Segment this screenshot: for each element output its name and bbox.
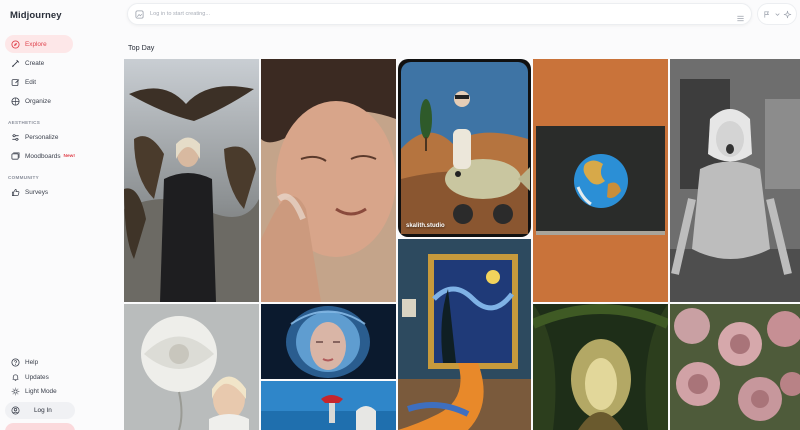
- grid-icon: [10, 96, 20, 106]
- gallery-tile-fish-rider[interactable]: skalith.studio: [398, 59, 531, 237]
- image-prompt-icon[interactable]: [135, 9, 144, 19]
- edit-icon: [10, 77, 20, 87]
- sparkle-icon[interactable]: [783, 10, 792, 19]
- brush-icon: [10, 58, 20, 68]
- section-title: Top Day: [128, 43, 155, 52]
- gallery-tile-sky-figure[interactable]: [261, 381, 396, 430]
- help-icon: [10, 357, 20, 367]
- app-logo[interactable]: Midjourney: [10, 10, 62, 21]
- gallery-tile-owls-woman[interactable]: [124, 59, 259, 302]
- toolbar-right: [757, 3, 797, 25]
- filter-icon[interactable]: [763, 10, 772, 19]
- gallery-tile-forest-path[interactable]: [533, 304, 668, 430]
- sidebar-item-edit[interactable]: Edit: [5, 73, 73, 91]
- sidebar-item-explore[interactable]: Explore: [5, 35, 73, 53]
- sidebar-item-label: Organize: [25, 97, 51, 105]
- sidebar-item-label: Help: [25, 358, 39, 366]
- sliders-icon: [10, 132, 20, 142]
- chevron-down-icon[interactable]: [773, 10, 782, 19]
- sidebar-item-organize[interactable]: Organize: [5, 92, 73, 110]
- gallery-tile-cartoon-woman[interactable]: [670, 59, 800, 302]
- sidebar-item-surveys[interactable]: Surveys: [5, 183, 73, 201]
- sidebar-item-moodboards[interactable]: Moodboards New!: [5, 147, 95, 165]
- sidebar-item-label: Edit: [25, 78, 37, 86]
- sidebar: Midjourney Explore Create Edit Organize: [0, 0, 122, 430]
- prompt-bar: [127, 3, 752, 25]
- gallery-tile-earth-painting[interactable]: [533, 59, 668, 302]
- new-badge: New!: [63, 153, 75, 159]
- compass-icon: [10, 39, 20, 49]
- sidebar-item-light-mode[interactable]: Light Mode: [5, 382, 73, 400]
- section-label-aesthetics: AESTHETICS: [8, 120, 41, 125]
- settings-sliders-icon[interactable]: [736, 10, 745, 22]
- thumbs-up-icon: [10, 187, 20, 197]
- sidebar-item-label: Light Mode: [25, 387, 57, 395]
- bell-icon: [10, 372, 20, 382]
- prompt-input[interactable]: [150, 11, 710, 17]
- signup-button[interactable]: [5, 423, 75, 430]
- sidebar-item-label: Create: [25, 59, 45, 67]
- sidebar-item-label: Surveys: [25, 188, 49, 196]
- tile-caption: skalith.studio: [406, 223, 445, 229]
- sidebar-item-create[interactable]: Create: [5, 54, 73, 72]
- login-label: Log In: [34, 407, 52, 414]
- sidebar-item-label: Updates: [25, 373, 49, 381]
- login-button[interactable]: Log In: [5, 402, 75, 419]
- gallery-tile-peonies[interactable]: [670, 304, 800, 430]
- sidebar-item-personalize[interactable]: Personalize: [5, 128, 73, 146]
- user-icon: [10, 406, 20, 416]
- image-icon: [10, 151, 20, 161]
- gallery-tile-starry-night-museum[interactable]: [398, 239, 531, 430]
- gallery-tile-glass-face[interactable]: [261, 304, 396, 379]
- sidebar-item-label: Personalize: [25, 133, 59, 141]
- section-label-community: COMMUNITY: [8, 175, 40, 180]
- sun-icon: [10, 386, 20, 396]
- app-root: Midjourney Explore Create Edit Organize: [0, 0, 800, 430]
- sidebar-item-label: Explore: [25, 40, 47, 48]
- gallery-tile-white-flowers[interactable]: [124, 304, 259, 430]
- gallery-tile-face-cream[interactable]: [261, 59, 396, 302]
- sidebar-item-label: Moodboards: [25, 152, 61, 160]
